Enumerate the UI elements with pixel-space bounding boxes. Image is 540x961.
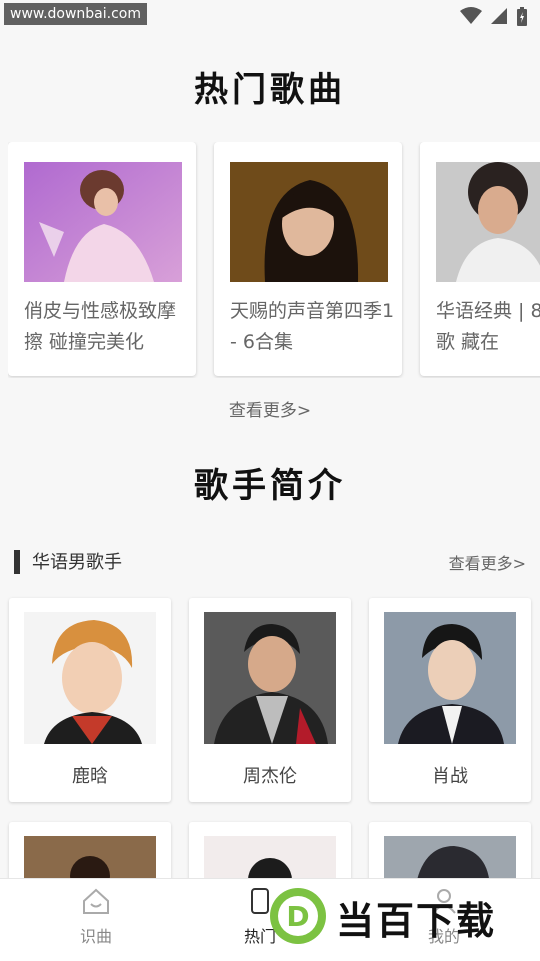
hot-song-card[interactable]: 天赐的声音第四季1- 6合集: [214, 142, 402, 376]
hot-song-title: 华语经典 | 80后老歌 藏在: [436, 300, 540, 353]
singer-photo: [384, 612, 516, 744]
nav-item-identify[interactable]: 识曲: [36, 887, 156, 947]
playlist-cover-image: [436, 162, 540, 282]
hot-songs-carousel[interactable]: 俏皮与性感极致摩擦 碰撞完美化 天赐的声音第四季1- 6合集 华语经典 | 80…: [8, 142, 540, 378]
hot-song-title: 俏皮与性感极致摩擦 碰撞完美化: [24, 300, 177, 353]
brand-text: 当百下载: [336, 899, 497, 943]
battery-icon: [517, 7, 527, 26]
hot-song-title: 天赐的声音第四季1- 6合集: [230, 300, 395, 353]
brand-logo-letter: D: [286, 900, 309, 933]
brand-logo-icon: D: [270, 888, 326, 944]
url-watermark: www.downbai.com: [4, 3, 147, 25]
home-icon: [83, 888, 109, 914]
singer-card[interactable]: 肖战: [369, 598, 531, 802]
signal-icon: [491, 8, 507, 24]
playlist-cover-image: [24, 162, 182, 282]
category-header: 华语男歌手 查看更多>: [14, 546, 526, 576]
playlist-cover-image: [230, 162, 388, 282]
category-label: 华语男歌手: [32, 552, 122, 573]
category-more-link[interactable]: 查看更多>: [449, 550, 526, 574]
category-marker: [14, 550, 20, 574]
singer-name: 鹿晗: [72, 766, 108, 787]
hot-song-card[interactable]: 俏皮与性感极致摩擦 碰撞完美化: [8, 142, 196, 376]
wifi-icon: [460, 7, 482, 24]
singer-card[interactable]: 周杰伦: [189, 598, 351, 802]
status-bar: www.downbai.com: [0, 0, 540, 32]
brand-watermark: D 当百下载: [266, 884, 536, 948]
status-icons: [460, 7, 528, 27]
nav-label: 识曲: [79, 927, 112, 946]
singer-name: 周杰伦: [243, 766, 297, 787]
singer-card[interactable]: 鹿晗: [9, 598, 171, 802]
singer-photo: [204, 612, 336, 744]
hot-song-card[interactable]: 华语经典 | 80后老歌 藏在: [420, 142, 540, 376]
singer-name: 肖战: [432, 766, 468, 787]
singer-photo: [24, 612, 156, 744]
hot-songs-more-link[interactable]: 查看更多>: [0, 396, 540, 421]
hot-songs-title: 热门歌曲: [194, 70, 346, 110]
singer-intro-title: 歌手简介: [194, 466, 346, 506]
